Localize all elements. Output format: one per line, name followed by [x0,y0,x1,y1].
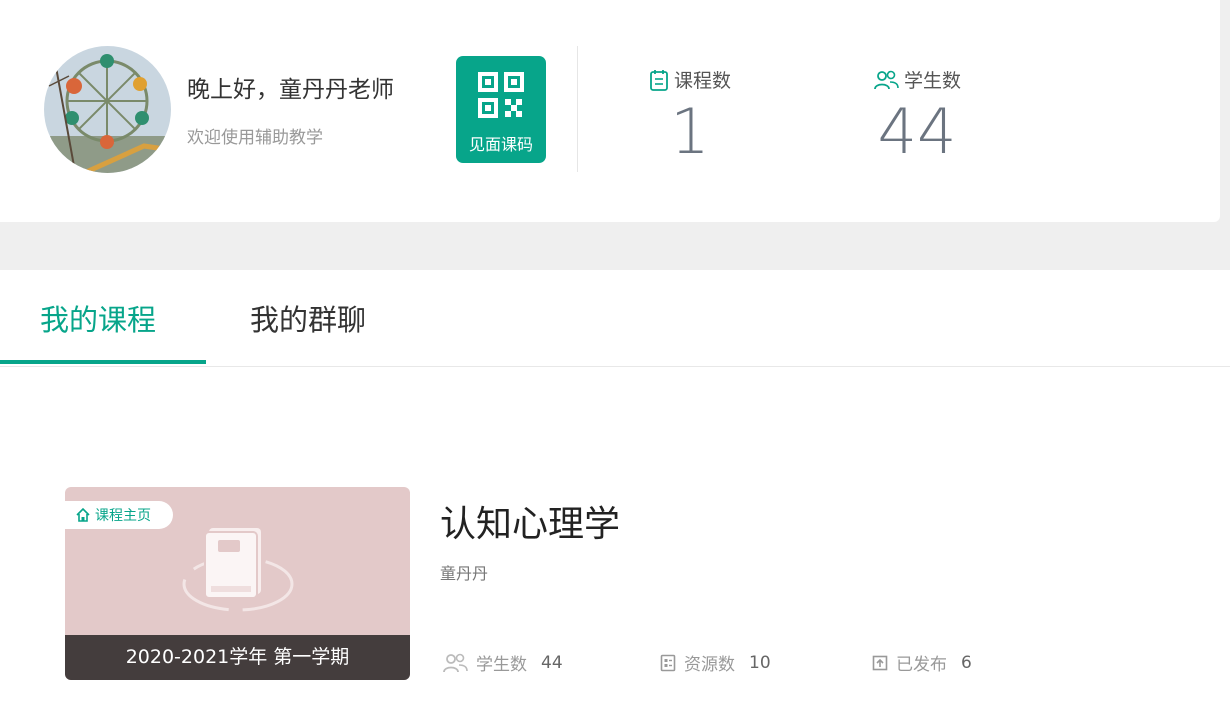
calendar-icon [650,69,668,91]
resource-icon [660,654,676,671]
course-home-label: 课程主页 [95,508,151,524]
tab-my-courses[interactable]: 我的课程 [40,297,156,339]
course-title[interactable]: 认知心理学 [440,495,620,547]
qr-code-icon [478,72,524,118]
course-count-stat: 课程数 1 [640,66,740,163]
active-tab-indicator [0,360,206,364]
book-icon [182,528,294,612]
course-cover[interactable]: 课程主页 2020-2021学年 第一学期 [65,487,410,680]
greeting-text: 晚上好，童丹丹老师 [187,77,394,103]
course-resource-label: 资源数 [684,655,735,675]
welcome-text: 欢迎使用辅助教学 [187,128,323,148]
student-count-label: 学生数 [903,70,961,92]
course-home-badge[interactable]: 课程主页 [65,501,173,529]
meeting-code-button[interactable]: 见面课码 [456,56,546,163]
course-teacher: 童丹丹 [440,564,489,583]
student-count-stat: 学生数 44 [862,66,972,163]
course-student-label: 学生数 [476,655,527,675]
avatar-photo-icon [44,46,171,173]
avatar[interactable] [44,46,171,173]
course-count-value: 1 [670,95,710,168]
course-student-stat: 学生数 44 [442,650,563,675]
course-published-label: 已发布 [896,655,947,675]
course-term: 2020-2021学年 第一学期 [65,635,410,680]
course-count-label: 课程数 [673,70,731,92]
header-card: 晚上好，童丹丹老师 欢迎使用辅助教学 见面课码 课程数 1 学生数 44 [0,0,1220,222]
home-icon [76,507,90,522]
course-resource-stat: 资源数 10 [660,650,771,675]
course-student-value: 44 [541,652,563,673]
header-divider [577,46,578,172]
users-icon [443,653,468,672]
tab-my-groups[interactable]: 我的群聊 [250,297,366,339]
course-resource-value: 10 [749,652,771,673]
main-panel: 我的课程 我的群聊 课程主页 2020-2021学年 第一学期 认知心理学 童丹… [0,270,1230,712]
users-icon [874,70,899,89]
course-published-stat: 已发布 6 [872,650,972,675]
meeting-code-label: 见面课码 [468,135,533,154]
course-published-value: 6 [961,652,972,673]
tabs-divider [0,366,1230,367]
upload-icon [872,655,888,670]
student-count-value: 44 [877,95,957,168]
